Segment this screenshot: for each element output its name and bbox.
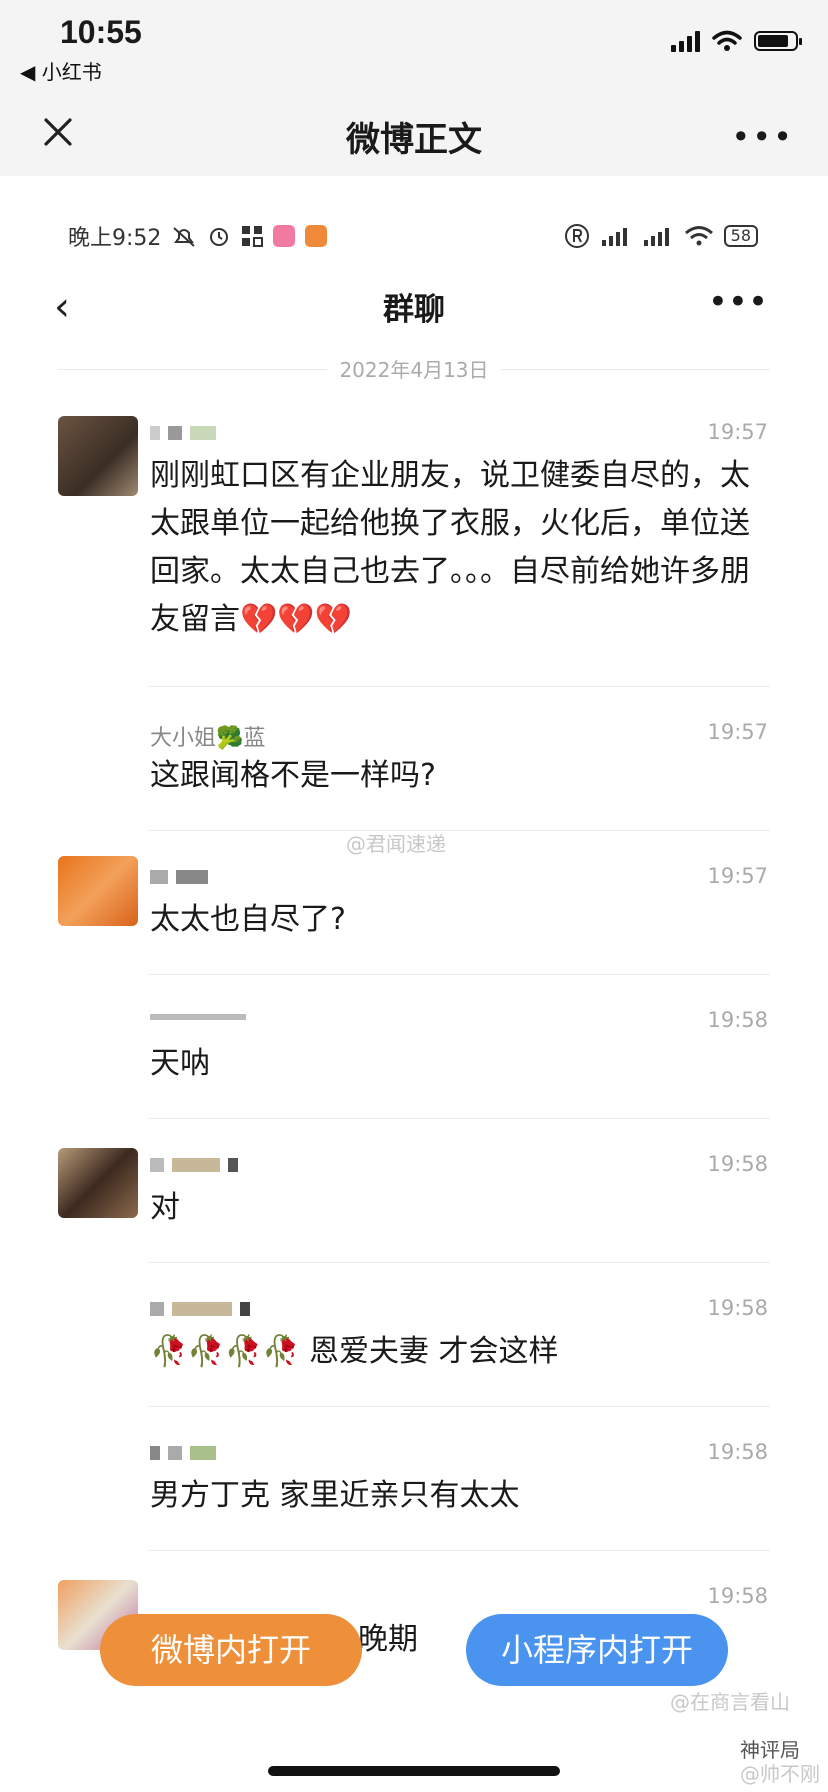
blurred-sender-name [150, 1302, 250, 1316]
blurred-sender-name [150, 870, 208, 884]
message-separator [148, 1118, 770, 1119]
message-text: 对 [150, 1190, 180, 1225]
chat-title: 群聊 [383, 292, 445, 328]
message-text: 这跟闻格不是一样吗? [150, 758, 436, 793]
os-clock: 10:55 [60, 14, 142, 50]
message-text: 天呐 [150, 1046, 210, 1081]
avatar[interactable] [58, 856, 138, 926]
message-time: 19:58 [707, 1152, 768, 1176]
avatar[interactable] [58, 1148, 138, 1218]
alarm-icon [210, 228, 229, 246]
message-separator [148, 1550, 770, 1551]
app-notification-icon [273, 225, 296, 247]
blurred-sender-name [150, 1446, 216, 1460]
message-time: 19:58 [707, 1296, 768, 1320]
message-separator [148, 974, 770, 975]
more-options-button[interactable]: ••• [731, 118, 794, 156]
chat-screenshot: 晚上9:52 58 ‹ 群聊 ••• 2022年4月13日 19:57 刚刚虹口… [0, 176, 828, 1792]
message-text: 🥀🥀🥀🥀 恩爱夫妻 才会这样 [150, 1334, 559, 1369]
cellular-signal-icon [671, 30, 700, 52]
message-time: 19:57 [707, 864, 768, 888]
message-time: 19:58 [707, 1440, 768, 1464]
inner-battery-icon: 58 [723, 225, 758, 247]
chat-more-button[interactable]: ••• [708, 282, 768, 322]
signal-icon-1 [601, 228, 627, 246]
blurred-sender-name [150, 426, 216, 440]
app-notification-icon-2 [305, 225, 328, 247]
back-to-app-link[interactable]: ◀ 小红书 [20, 56, 102, 85]
message-time: 19:58 [707, 1584, 768, 1608]
registered-icon [564, 224, 589, 248]
blurred-sender-name [150, 1158, 238, 1172]
message-time: 19:58 [707, 1008, 768, 1032]
message-text: 太太也自尽了? [150, 902, 346, 937]
battery-icon [754, 31, 802, 51]
signal-icon-2 [643, 228, 669, 246]
message-text: 刚刚虹口区有企业朋友，说卫健委自尽的，太太跟单位一起给他换了衣服，火化后，单位送… [150, 458, 750, 637]
page-title: 微博正文 [346, 120, 482, 160]
open-in-weibo-button[interactable]: 微博内打开 [100, 1614, 362, 1686]
inner-wifi-icon [684, 226, 713, 246]
wifi-icon [712, 30, 742, 51]
message-separator [148, 1406, 770, 1407]
watermark-author: @帅不刚 [740, 1762, 820, 1786]
chat-header: ‹ 群聊 ••• [0, 276, 828, 336]
inner-clock: 晚上9:52 [68, 226, 162, 251]
message-separator [148, 830, 770, 831]
watermark: @在商言看山 [670, 1690, 790, 1714]
watermark: @君闻速递 [346, 832, 446, 856]
chat-date: 2022年4月13日 [327, 358, 501, 382]
message-text: 男方丁克 家里近亲只有太太 [150, 1478, 520, 1513]
grid-app-icon [242, 226, 264, 247]
home-indicator[interactable] [268, 1766, 560, 1776]
date-divider: 2022年4月13日 [58, 354, 770, 384]
sender-name: 大小姐🥦蓝 [150, 726, 266, 751]
message-time: 19:57 [707, 720, 768, 744]
inner-status-bar: 晚上9:52 58 [68, 218, 758, 254]
os-status-bar: 10:55 ◀ 小红书 [0, 0, 828, 100]
mute-bell-icon [173, 227, 196, 247]
message-time: 19:57 [707, 420, 768, 444]
blurred-sender-name [150, 1014, 246, 1020]
navigation-bar: 微博正文 ••• [0, 100, 828, 177]
avatar[interactable] [58, 416, 138, 496]
message-separator [148, 686, 770, 687]
message-separator [148, 1262, 770, 1263]
open-in-miniprogram-button[interactable]: 小程序内打开 [466, 1614, 728, 1686]
os-status-icons [671, 30, 802, 52]
